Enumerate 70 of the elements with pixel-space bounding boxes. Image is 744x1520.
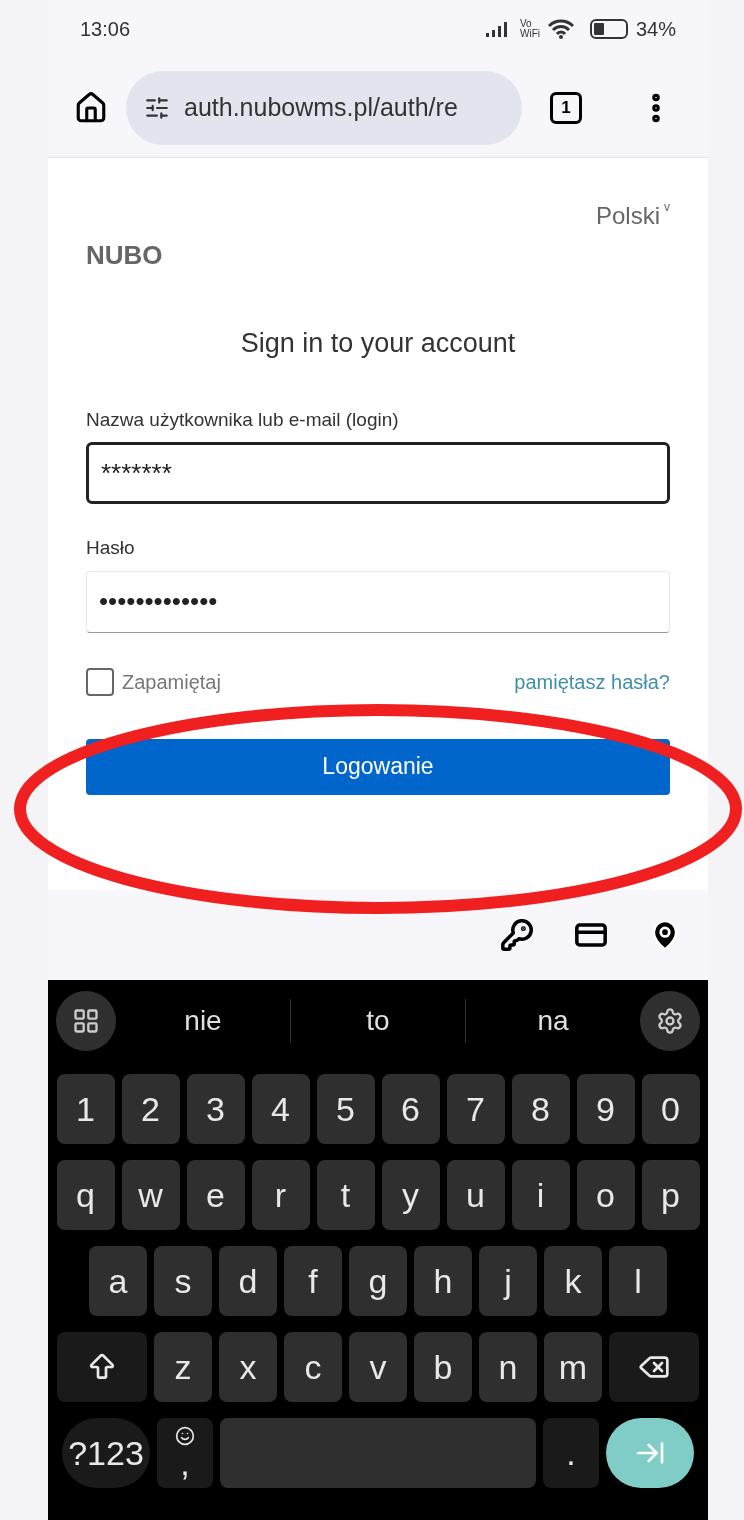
keyboard-key[interactable]: 3 bbox=[186, 1074, 245, 1144]
keyboard-key[interactable]: k bbox=[544, 1246, 602, 1316]
input-field[interactable]: ••••••••••••• bbox=[86, 570, 670, 633]
keyboard-key[interactable]: e bbox=[186, 1160, 245, 1230]
keyboard-key[interactable]: s bbox=[154, 1246, 212, 1316]
settings-button[interactable] bbox=[640, 991, 700, 1051]
battery-percent: 34% bbox=[635, 17, 676, 42]
keyboard-key[interactable]: w bbox=[121, 1160, 180, 1230]
keyboard-key[interactable]: y bbox=[381, 1160, 440, 1230]
keyboard-key[interactable]: u bbox=[446, 1160, 505, 1230]
keyboard-key[interactable]: i bbox=[511, 1160, 570, 1230]
logo-text: NUBO bbox=[86, 239, 164, 272]
url-text: auth.nubowms.pl/auth/re bbox=[184, 91, 458, 123]
login-button[interactable]: Logowanie bbox=[86, 738, 670, 795]
key-icon[interactable] bbox=[500, 918, 534, 952]
emoji-icon bbox=[175, 1426, 195, 1446]
keyboard-key[interactable]: p bbox=[641, 1160, 700, 1230]
wifi-label: WiFi bbox=[519, 29, 540, 39]
keyboard-key[interactable]: 1 bbox=[56, 1074, 115, 1144]
input-field[interactable]: ******* bbox=[86, 442, 670, 504]
site-settings-icon[interactable] bbox=[144, 94, 170, 121]
wifi-icon bbox=[547, 19, 574, 39]
remember-label: Zapamiętaj bbox=[122, 669, 221, 695]
keyboard-key[interactable]: d bbox=[219, 1246, 277, 1316]
keyboard-key[interactable]: x bbox=[219, 1332, 277, 1402]
keyboard-key[interactable]: t bbox=[316, 1160, 375, 1230]
keyboard-key[interactable]: g bbox=[349, 1246, 407, 1316]
keyboard-key[interactable]: m bbox=[544, 1332, 602, 1402]
page-heading: Sign in to your account bbox=[239, 327, 517, 360]
word-suggestion[interactable]: na bbox=[466, 1000, 640, 1042]
keyboard-key[interactable]: 6 bbox=[381, 1074, 440, 1144]
grid-button[interactable] bbox=[56, 991, 116, 1051]
shift-key[interactable] bbox=[57, 1332, 147, 1402]
keyboard-key[interactable]: r bbox=[251, 1160, 310, 1230]
keyboard-key[interactable]: h bbox=[414, 1246, 472, 1316]
forgot-password-link[interactable]: pamiętasz hasła? bbox=[514, 666, 670, 697]
keyboard-key[interactable]: a bbox=[89, 1246, 147, 1316]
word-suggestion[interactable]: nie bbox=[116, 1000, 290, 1042]
keyboard-key[interactable]: 5 bbox=[316, 1074, 375, 1144]
keyboard-key[interactable]: f bbox=[284, 1246, 342, 1316]
remember-checkbox[interactable] bbox=[86, 667, 114, 696]
word-suggestion[interactable]: to bbox=[291, 1000, 465, 1042]
status-time: 13:06 bbox=[80, 17, 131, 42]
keyboard-key[interactable]: 2 bbox=[121, 1074, 180, 1144]
keyboard-key[interactable]: c bbox=[284, 1332, 342, 1402]
keyboard-key[interactable]: j bbox=[479, 1246, 537, 1316]
keyboard-key[interactable]: 7 bbox=[446, 1074, 505, 1144]
keyboard-key[interactable]: v bbox=[349, 1332, 407, 1402]
grid-icon bbox=[72, 1007, 100, 1035]
keyboard-key[interactable]: 9 bbox=[576, 1074, 635, 1144]
keyboard-key[interactable]: l bbox=[609, 1246, 667, 1316]
settings-icon bbox=[656, 1007, 684, 1035]
field-label: Nazwa użytkownika lub e-mail (login) bbox=[86, 407, 400, 432]
keyboard-key[interactable]: 8 bbox=[511, 1074, 570, 1144]
keyboard-key[interactable]: 4 bbox=[251, 1074, 310, 1144]
keyboard-key[interactable]: b bbox=[414, 1332, 472, 1402]
keyboard-key[interactable]: z bbox=[154, 1332, 212, 1402]
keyboard-key[interactable]: n bbox=[479, 1332, 537, 1402]
symbols-key[interactable]: ?123 bbox=[62, 1418, 150, 1488]
backspace-key[interactable] bbox=[609, 1332, 699, 1402]
period-key[interactable]: . bbox=[543, 1418, 599, 1488]
keyboard-key[interactable]: 0 bbox=[641, 1074, 700, 1144]
field-label: Hasło bbox=[86, 536, 136, 560]
tab-count-button[interactable]: 1 bbox=[550, 91, 582, 124]
emoji-comma-key[interactable]: , bbox=[157, 1418, 213, 1488]
home-icon[interactable] bbox=[74, 90, 108, 125]
address-bar[interactable]: auth.nubowms.pl/auth/re bbox=[126, 70, 522, 145]
keyboard-key[interactable]: q bbox=[56, 1160, 115, 1230]
volte-label: Vo bbox=[519, 19, 533, 29]
keyboard-key[interactable]: o bbox=[576, 1160, 635, 1230]
